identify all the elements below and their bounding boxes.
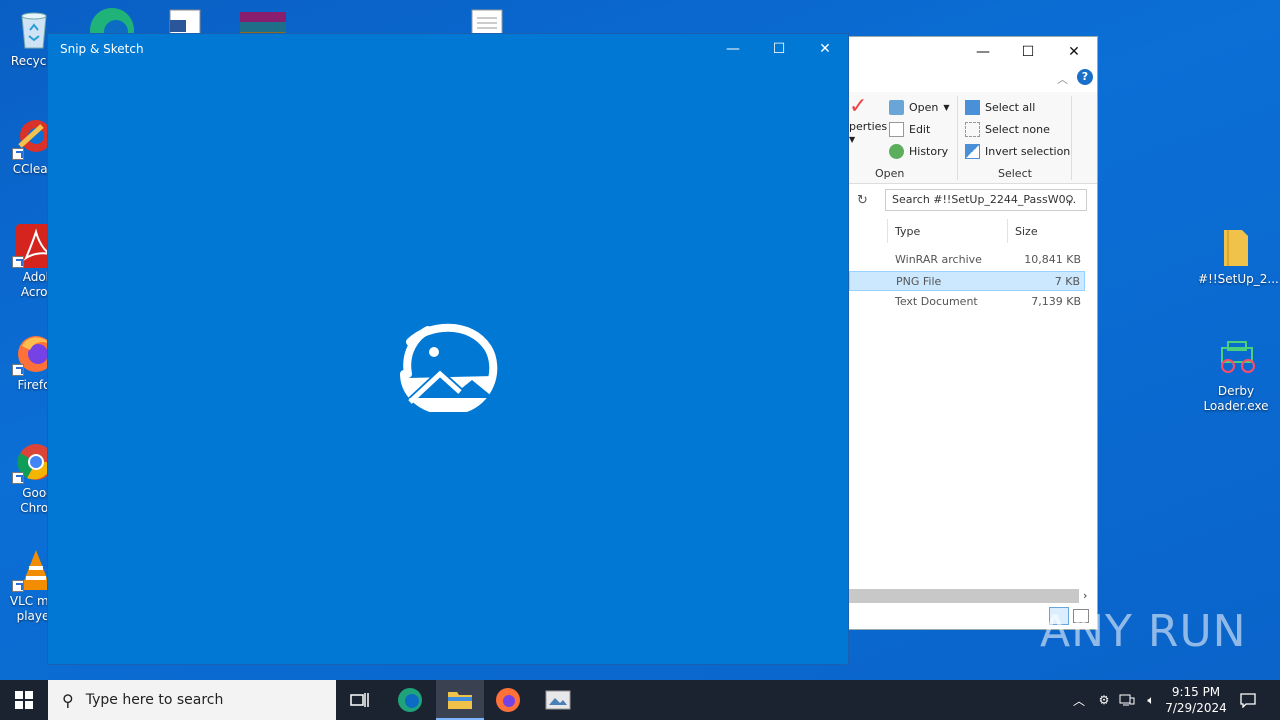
anyrun-watermark: ANY RUN bbox=[1040, 606, 1247, 657]
taskbar: ⚲ Type here to search ︿ ⚙ 🔈︎ 9:15 PM 7/2… bbox=[0, 680, 1280, 720]
file-row[interactable]: WinRAR archive 10,841 KB bbox=[849, 250, 1085, 270]
open-icon bbox=[889, 100, 904, 115]
ribbon-divider bbox=[1071, 96, 1072, 180]
ribbon-divider bbox=[957, 96, 958, 180]
text-file-desktop-icon[interactable] bbox=[470, 8, 506, 34]
scroll-right-icon[interactable]: › bbox=[1083, 589, 1087, 602]
maximize-button[interactable]: ☐ bbox=[756, 34, 802, 64]
taskbar-file-explorer[interactable] bbox=[436, 680, 484, 720]
maximize-button[interactable]: ☐ bbox=[1005, 37, 1051, 67]
firefox-icon bbox=[496, 688, 520, 712]
properties-check-icon: ✓ bbox=[849, 94, 868, 119]
select-all-button[interactable]: Select all bbox=[965, 100, 1035, 115]
column-header-type[interactable]: Type bbox=[895, 225, 920, 238]
invert-selection-icon bbox=[965, 144, 980, 159]
ribbon-collapse-icon[interactable]: ︿ bbox=[1057, 71, 1068, 87]
winrar-desktop-icon[interactable] bbox=[238, 8, 288, 34]
snip-sketch-logo-icon bbox=[400, 322, 498, 416]
properties-button[interactable]: ✓ perties ▼ bbox=[849, 94, 887, 145]
column-divider bbox=[887, 219, 888, 243]
taskbar-clock[interactable]: 9:15 PM 7/29/2024 bbox=[1164, 684, 1228, 716]
desktop-icon-label: #!!SetUp_2... bbox=[1198, 272, 1279, 286]
history-icon bbox=[889, 144, 904, 159]
open-button[interactable]: Open ▼ bbox=[889, 100, 950, 115]
show-hidden-icons-button[interactable]: ︿ bbox=[1070, 680, 1088, 720]
invert-selection-button[interactable]: Invert selection bbox=[965, 144, 1070, 159]
desktop-icon-label: Firefo bbox=[17, 378, 51, 392]
desktop-icon-setup-folder[interactable]: #!!SetUp_2... bbox=[1198, 226, 1279, 287]
minimize-button[interactable]: — bbox=[960, 37, 1006, 67]
minimize-button[interactable]: — bbox=[710, 34, 756, 64]
task-view-button[interactable] bbox=[336, 680, 384, 720]
derby-loader-icon bbox=[1214, 338, 1258, 382]
document-desktop-icon[interactable] bbox=[166, 8, 206, 34]
network-icon[interactable] bbox=[1117, 680, 1137, 720]
task-view-icon bbox=[350, 693, 369, 707]
search-input[interactable]: Search #!!SetUp_2244_PassW0... bbox=[885, 189, 1087, 211]
notification-icon bbox=[1240, 693, 1256, 708]
search-icon: ⚲ bbox=[1065, 193, 1074, 207]
edge-desktop-icon[interactable] bbox=[88, 6, 136, 34]
select-all-icon bbox=[965, 100, 980, 115]
history-button[interactable]: History bbox=[889, 144, 948, 159]
edit-button[interactable]: Edit bbox=[889, 122, 930, 137]
edge-icon bbox=[398, 688, 422, 712]
column-divider bbox=[1007, 219, 1008, 243]
taskbar-search-input[interactable]: ⚲ Type here to search bbox=[48, 680, 336, 720]
chevron-down-icon: ▼ bbox=[943, 103, 950, 112]
file-explorer-icon bbox=[448, 692, 472, 709]
snip-sketch-icon bbox=[545, 690, 571, 710]
column-header-size[interactable]: Size bbox=[1015, 225, 1038, 238]
search-icon: ⚲ bbox=[62, 690, 74, 710]
start-button[interactable] bbox=[0, 680, 48, 720]
windows-logo-icon bbox=[15, 691, 33, 709]
taskbar-firefox[interactable] bbox=[484, 680, 532, 720]
volume-icon[interactable]: 🔈︎ bbox=[1140, 680, 1162, 720]
taskbar-snip-sketch[interactable] bbox=[534, 680, 582, 720]
horizontal-scrollbar[interactable] bbox=[849, 589, 1079, 603]
notification-center-button[interactable] bbox=[1236, 680, 1260, 720]
desktop-icon-derby-loader[interactable]: Derby Loader.exe bbox=[1198, 338, 1274, 414]
window-title: Snip & Sketch bbox=[60, 42, 144, 56]
clock-time: 9:15 PM bbox=[1171, 685, 1221, 699]
edit-icon bbox=[889, 122, 904, 137]
chevron-down-icon: ▼ bbox=[849, 135, 856, 144]
tray-app-icon[interactable]: ⚙ bbox=[1094, 680, 1114, 720]
select-none-icon bbox=[965, 122, 980, 137]
file-explorer-window[interactable]: — ☐ ✕ ︿ ? ✓ perties ▼ Open ▼ Edit Histor… bbox=[820, 36, 1098, 630]
open-group-label: Open bbox=[875, 167, 905, 180]
ribbon: ✓ perties ▼ Open ▼ Edit History Select a… bbox=[821, 92, 1097, 184]
close-button[interactable]: ✕ bbox=[1051, 37, 1097, 67]
taskbar-edge[interactable] bbox=[386, 680, 434, 720]
file-row-selected[interactable]: PNG File 7 KB bbox=[849, 271, 1085, 291]
select-none-button[interactable]: Select none bbox=[965, 122, 1050, 137]
clock-date: 7/29/2024 bbox=[1165, 701, 1227, 715]
desktop-icon-label: Derby Loader.exe bbox=[1203, 384, 1269, 413]
explorer-titlebar[interactable]: — ☐ ✕ bbox=[821, 37, 1097, 67]
file-row[interactable]: Text Document 7,139 KB bbox=[849, 292, 1085, 312]
close-button[interactable]: ✕ bbox=[802, 34, 848, 64]
snip-and-sketch-window[interactable]: Snip & Sketch — ☐ ✕ bbox=[47, 33, 849, 665]
help-icon[interactable]: ? bbox=[1077, 69, 1093, 85]
folder-icon bbox=[1214, 226, 1258, 270]
select-group-label: Select bbox=[998, 167, 1032, 180]
refresh-icon[interactable]: ↻ bbox=[857, 193, 868, 208]
